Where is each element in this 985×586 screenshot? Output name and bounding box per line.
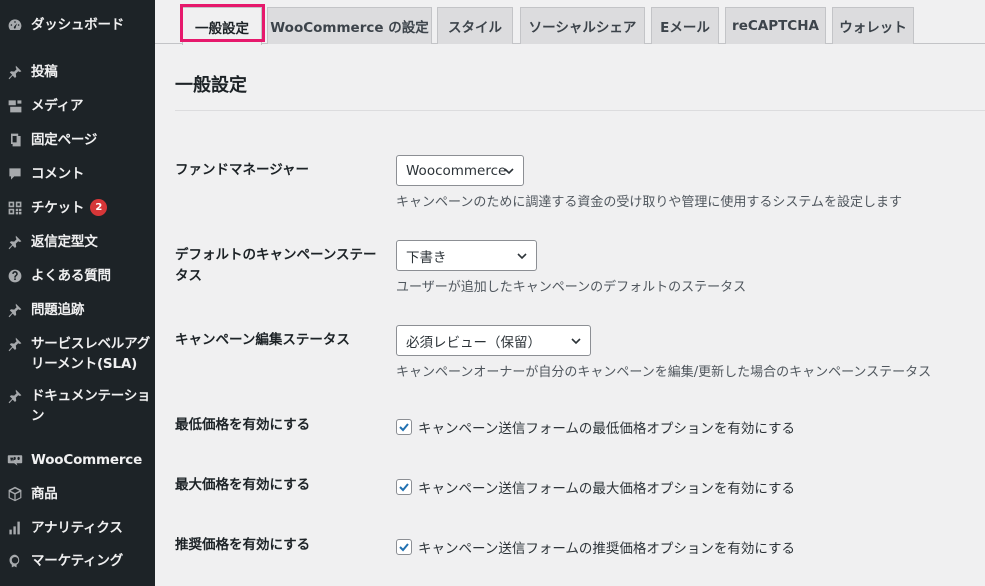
tab-general[interactable]: 一般設定 [182,7,262,45]
max-price-label: 最大価格を有効にする [175,477,311,493]
pin-icon [6,63,24,81]
recommended-price-checkbox[interactable] [396,539,412,555]
sidebar-item-sla[interactable]: サービスレベルアグ リーメント(SLA) [0,334,155,374]
tab-social-share[interactable]: ソーシャルシェア [520,7,645,44]
sidebar-item-label: チケット 2 [31,198,108,218]
sidebar-item-dashboard[interactable]: ダッシュボード [0,15,155,35]
chevron-down-icon [516,250,528,262]
sidebar-item-analytics[interactable]: アナリティクス [0,518,155,538]
box-icon [6,485,24,503]
sidebar-item-label: マーケティング [31,553,124,569]
tab-wallet[interactable]: ウォレット [832,7,914,44]
sidebar-item-woocommerce[interactable]: WooCommerce [0,450,155,470]
edit-status-description: キャンペーンオーナーが自分のキャンペーンを編集/更新した場合のキャンペーンステー… [396,365,932,380]
default-status-description: ユーザーが追加したキャンペーンのデフォルトのステータス [396,280,747,295]
page-title: 一般設定 [175,75,247,96]
help-icon [6,267,24,285]
sidebar-item-tickets[interactable]: チケット 2 [0,198,155,218]
tab-recaptcha[interactable]: reCAPTCHA [725,7,826,44]
chevron-down-icon [570,335,582,347]
sidebar-item-label: ドキュメンテーション [31,388,151,424]
sidebar-item-products[interactable]: 商品 [0,484,155,504]
sidebar-item-label: ダッシュボード [31,17,125,33]
sidebar-item-label: サービスレベルアグ リーメント(SLA) [31,336,151,372]
sidebar-item-label: 商品 [31,486,58,502]
grid-icon [6,199,24,217]
admin-sidebar: ダッシュボード 投稿 メディア 固定ページ コメント チケット 2 返信定型文 よ… [0,0,155,586]
recommended-price-option: キャンペーン送信フォームの推奨価格オプションを有効にする [396,537,795,557]
sidebar-item-media[interactable]: メディア [0,96,155,116]
fund-manager-label: ファンドマネージャー [175,162,310,178]
max-price-option: キャンペーン送信フォームの最大価格オプションを有効にする [396,477,795,497]
sidebar-item-posts[interactable]: 投稿 [0,62,155,82]
sidebar-item-documentation[interactable]: ドキュメンテーション [0,386,155,426]
recommended-price-checkbox-label[interactable]: キャンペーン送信フォームの推奨価格オプションを有効にする [418,537,795,557]
media-icon [6,97,24,115]
default-status-select[interactable]: 下書き [396,240,537,271]
fund-manager-description: キャンペーンのために調達する資金の受け取りや管理に使用するシステムを設定します [396,195,902,210]
settings-tab-bar: 一般設定 WooCommerce の設定 スタイル ソーシャルシェア Eメール … [155,0,985,45]
min-price-option: キャンペーン送信フォームの最低価格オプションを有効にする [396,417,795,437]
max-price-checkbox-label[interactable]: キャンペーン送信フォームの最大価格オプションを有効にする [418,477,795,497]
min-price-checkbox-label[interactable]: キャンペーン送信フォームの最低価格オプションを有効にする [418,417,795,437]
max-price-checkbox[interactable] [396,479,412,495]
fund-manager-value: Woocommerce [406,162,507,179]
sidebar-item-label: メディア [31,98,84,114]
recommended-price-label: 推奨価格を有効にする [175,537,311,553]
sidebar-item-label: 問題追跡 [31,302,85,318]
sidebar-item-label: アナリティクス [31,520,123,536]
tab-email[interactable]: Eメール [651,7,719,44]
checkmark-icon [399,423,409,432]
megaphone-icon [6,552,24,570]
woo-icon [6,451,24,469]
bar-chart-icon [6,519,24,537]
tab-woocommerce[interactable]: WooCommerce の設定 [267,7,432,44]
sidebar-item-label: 投稿 [31,64,58,80]
sidebar-item-label: コメント [31,166,85,182]
sidebar-item-canned-responses[interactable]: 返信定型文 [0,232,155,252]
section-divider [175,110,985,111]
pin-icon [6,301,24,319]
default-status-value: 下書き [406,249,447,266]
sidebar-item-issue-tracking[interactable]: 問題追跡 [0,300,155,320]
min-price-label: 最低価格を有効にする [175,417,311,433]
sidebar-item-label: よくある質問 [31,268,111,284]
pin-icon [6,233,24,251]
sidebar-item-label: 固定ページ [31,132,98,148]
comment-icon [6,165,24,183]
default-status-label: デフォルトのキャンペーンステー タス [175,247,377,284]
min-price-checkbox[interactable] [396,419,412,435]
tab-style[interactable]: スタイル [437,7,513,44]
edit-status-value: 必須レビュー（保留） [406,334,541,351]
edit-status-select[interactable]: 必須レビュー（保留） [396,325,591,356]
sidebar-item-faq[interactable]: よくある質問 [0,266,155,286]
notification-badge: 2 [90,198,108,216]
fund-manager-select[interactable]: Woocommerce [396,155,524,186]
dashboard-icon [6,16,24,34]
edit-status-label: キャンペーン編集ステータス [175,332,350,348]
sidebar-item-label: WooCommerce [31,452,143,468]
pin-icon [6,387,24,405]
page-icon [6,131,24,149]
sidebar-item-comments[interactable]: コメント [0,164,155,184]
pin-icon [6,335,24,353]
sidebar-item-pages[interactable]: 固定ページ [0,130,155,150]
sidebar-item-marketing[interactable]: マーケティング [0,551,155,571]
chevron-down-icon [503,165,515,177]
sidebar-item-label: 返信定型文 [31,234,98,250]
checkmark-icon [399,543,409,552]
checkmark-icon [399,483,409,492]
